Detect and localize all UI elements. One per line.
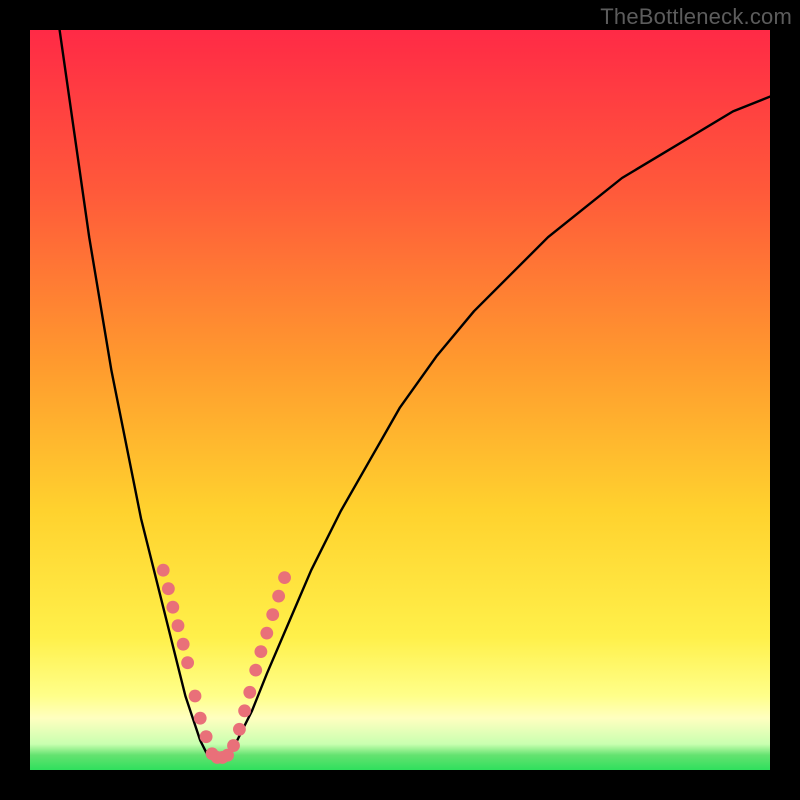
data-marker: [272, 590, 285, 603]
data-marker: [172, 619, 185, 632]
data-marker: [200, 730, 213, 743]
data-marker: [162, 582, 175, 595]
data-marker: [249, 664, 262, 677]
data-marker: [157, 564, 170, 577]
data-marker: [238, 704, 251, 717]
data-marker: [260, 627, 273, 640]
data-marker: [189, 690, 202, 703]
data-marker: [243, 686, 256, 699]
data-marker: [227, 739, 240, 752]
data-marker: [254, 645, 267, 658]
data-marker: [177, 638, 190, 651]
data-marker: [266, 608, 279, 621]
watermark-text: TheBottleneck.com: [600, 4, 792, 30]
chart-svg: [30, 30, 770, 770]
data-marker: [181, 656, 194, 669]
gradient-background: [30, 30, 770, 770]
data-marker: [166, 601, 179, 614]
plot-area: [30, 30, 770, 770]
data-marker: [194, 712, 207, 725]
chart-container: TheBottleneck.com: [0, 0, 800, 800]
data-marker: [233, 723, 246, 736]
data-marker: [278, 571, 291, 584]
